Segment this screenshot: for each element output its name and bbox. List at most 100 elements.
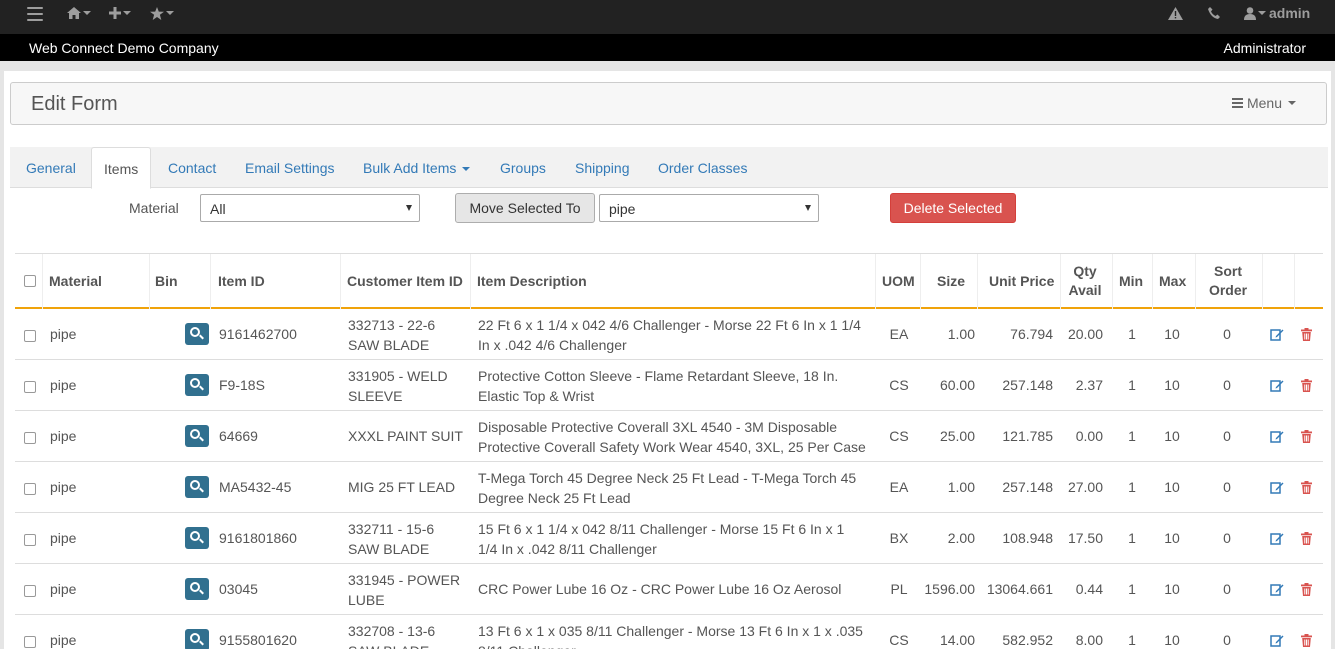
bin-search-button[interactable]	[185, 374, 209, 396]
star-icon[interactable]	[150, 4, 174, 22]
col-material[interactable]: Material	[49, 273, 102, 289]
col-unit-price[interactable]: Unit Price	[989, 273, 1054, 289]
tab-shipping[interactable]: Shipping	[563, 147, 642, 188]
tab-general[interactable]: General	[14, 147, 88, 188]
row-customer-item-id: 331905 - WELD SLEEVE	[348, 366, 448, 406]
row-checkbox[interactable]	[24, 381, 36, 393]
row-description-line1: Disposable Protective Coverall 3XL 4540 …	[478, 419, 837, 435]
row-qty-avail: 2.37	[1075, 377, 1103, 393]
hamburger-icon[interactable]	[27, 5, 43, 23]
tab-items[interactable]: Items	[91, 147, 152, 189]
row-customer-item-id-line2: LUBE	[348, 592, 385, 608]
tab-contact[interactable]: Contact	[156, 147, 228, 188]
row-checkbox[interactable]	[24, 330, 36, 342]
edit-icon[interactable]	[1270, 481, 1284, 494]
row-max: 10	[1164, 632, 1180, 648]
trash-icon[interactable]	[1301, 532, 1312, 545]
edit-icon[interactable]	[1270, 328, 1284, 341]
trash-icon[interactable]	[1301, 430, 1312, 443]
row-checkbox[interactable]	[24, 483, 36, 495]
menu-dropdown-button[interactable]: Menu	[1231, 95, 1296, 111]
col-customer-item-id[interactable]: Customer Item ID	[347, 273, 463, 289]
row-material: pipe	[50, 581, 77, 597]
row-uom: CS	[889, 632, 909, 648]
trash-icon[interactable]	[1301, 634, 1312, 647]
trash-icon[interactable]	[1301, 328, 1312, 341]
bin-search-button[interactable]	[185, 578, 209, 600]
move-selected-button[interactable]: Move Selected To	[455, 193, 595, 223]
col-item-id[interactable]: Item ID	[218, 273, 265, 289]
bin-search-button[interactable]	[185, 425, 209, 447]
warning-icon[interactable]	[1168, 4, 1183, 22]
row-sort-order: 0	[1223, 428, 1231, 444]
row-uom: CS	[889, 428, 909, 444]
row-max: 10	[1164, 479, 1180, 495]
user-icon[interactable]	[1244, 4, 1266, 22]
user-menu-label[interactable]: admin	[1269, 5, 1310, 21]
col-size[interactable]: Size	[937, 273, 965, 289]
panel-header: Edit Form Menu	[10, 82, 1327, 125]
row-unit-price: 582.952	[1002, 632, 1053, 648]
col-bin[interactable]: Bin	[155, 273, 178, 289]
material-filter-label: Material	[129, 200, 179, 216]
row-min: 1	[1128, 530, 1136, 546]
col-uom[interactable]: UOM	[882, 273, 915, 289]
row-description-line1: 15 Ft 6 x 1 1/4 x 042 8/11 Challenger - …	[478, 521, 845, 537]
select-all-checkbox[interactable]	[24, 275, 36, 287]
bin-search-button[interactable]	[185, 527, 209, 549]
row-description-line2: Protective Coverall Safety Work Wear 454…	[478, 439, 866, 455]
trash-icon[interactable]	[1301, 481, 1312, 494]
row-customer-item-id-line2: SAW BLADE	[348, 541, 430, 557]
tab-bulk-add-items[interactable]: Bulk Add Items	[351, 147, 482, 188]
tab-order-classes[interactable]: Order Classes	[646, 147, 759, 188]
row-unit-price: 257.148	[1002, 479, 1053, 495]
home-icon[interactable]	[67, 4, 91, 22]
edit-icon[interactable]	[1270, 379, 1284, 392]
row-customer-item-id: XXXL PAINT SUIT	[348, 428, 463, 444]
tab-groups[interactable]: Groups	[488, 147, 558, 188]
tab-email-settings[interactable]: Email Settings	[233, 147, 346, 188]
material-filter-select[interactable]: All	[200, 194, 420, 222]
row-customer-item-id: 332713 - 22-6 SAW BLADE	[348, 315, 435, 355]
bin-search-button[interactable]	[185, 476, 209, 498]
row-item-id: 03045	[219, 581, 258, 597]
row-unit-price: 121.785	[1002, 428, 1053, 444]
row-sort-order: 0	[1223, 530, 1231, 546]
row-checkbox[interactable]	[24, 636, 36, 648]
trash-icon[interactable]	[1301, 379, 1312, 392]
row-description: 13 Ft 6 x 1 x 035 8/11 Challenger - Mors…	[478, 621, 878, 649]
row-description-line2: In x .042 4/6 Challenger	[478, 337, 627, 353]
row-checkbox[interactable]	[24, 432, 36, 444]
row-checkbox[interactable]	[24, 585, 36, 597]
material-filter-value: All	[210, 201, 226, 217]
move-target-select[interactable]: pipe	[599, 194, 819, 222]
edit-icon[interactable]	[1270, 583, 1284, 596]
row-uom: BX	[889, 530, 909, 546]
bin-search-button[interactable]	[185, 323, 209, 345]
column-divider	[1152, 254, 1153, 309]
bin-search-button[interactable]	[185, 629, 209, 649]
row-customer-item-id: 332711 - 15-6 SAW BLADE	[348, 519, 434, 559]
col-qty-avail[interactable]: Qty Avail	[1065, 262, 1105, 300]
row-min: 1	[1128, 632, 1136, 648]
phone-icon[interactable]	[1208, 4, 1220, 22]
row-qty-avail: 20.00	[1067, 326, 1103, 342]
col-item-description[interactable]: Item Description	[477, 273, 587, 289]
delete-selected-button[interactable]: Delete Selected	[890, 193, 1016, 223]
edit-icon[interactable]	[1270, 430, 1284, 443]
plus-icon[interactable]	[109, 4, 131, 22]
trash-icon[interactable]	[1301, 583, 1312, 596]
table-row: pipe 9155801620 332708 - 13-6 SAW BLADE 13 F…	[15, 615, 1323, 649]
col-min[interactable]: Min	[1119, 273, 1143, 289]
row-item-id: 9155801620	[219, 632, 297, 648]
col-qty-line1: Qty	[1073, 263, 1097, 279]
row-customer-item-id-line1: 331945 - POWER	[348, 572, 461, 588]
edit-icon[interactable]	[1270, 532, 1284, 545]
row-checkbox[interactable]	[24, 534, 36, 546]
row-max: 10	[1164, 326, 1180, 342]
edit-icon[interactable]	[1270, 634, 1284, 647]
col-sort-order[interactable]: Sort Order	[1205, 262, 1251, 300]
col-max[interactable]: Max	[1159, 273, 1186, 289]
row-min: 1	[1128, 479, 1136, 495]
row-max: 10	[1164, 428, 1180, 444]
